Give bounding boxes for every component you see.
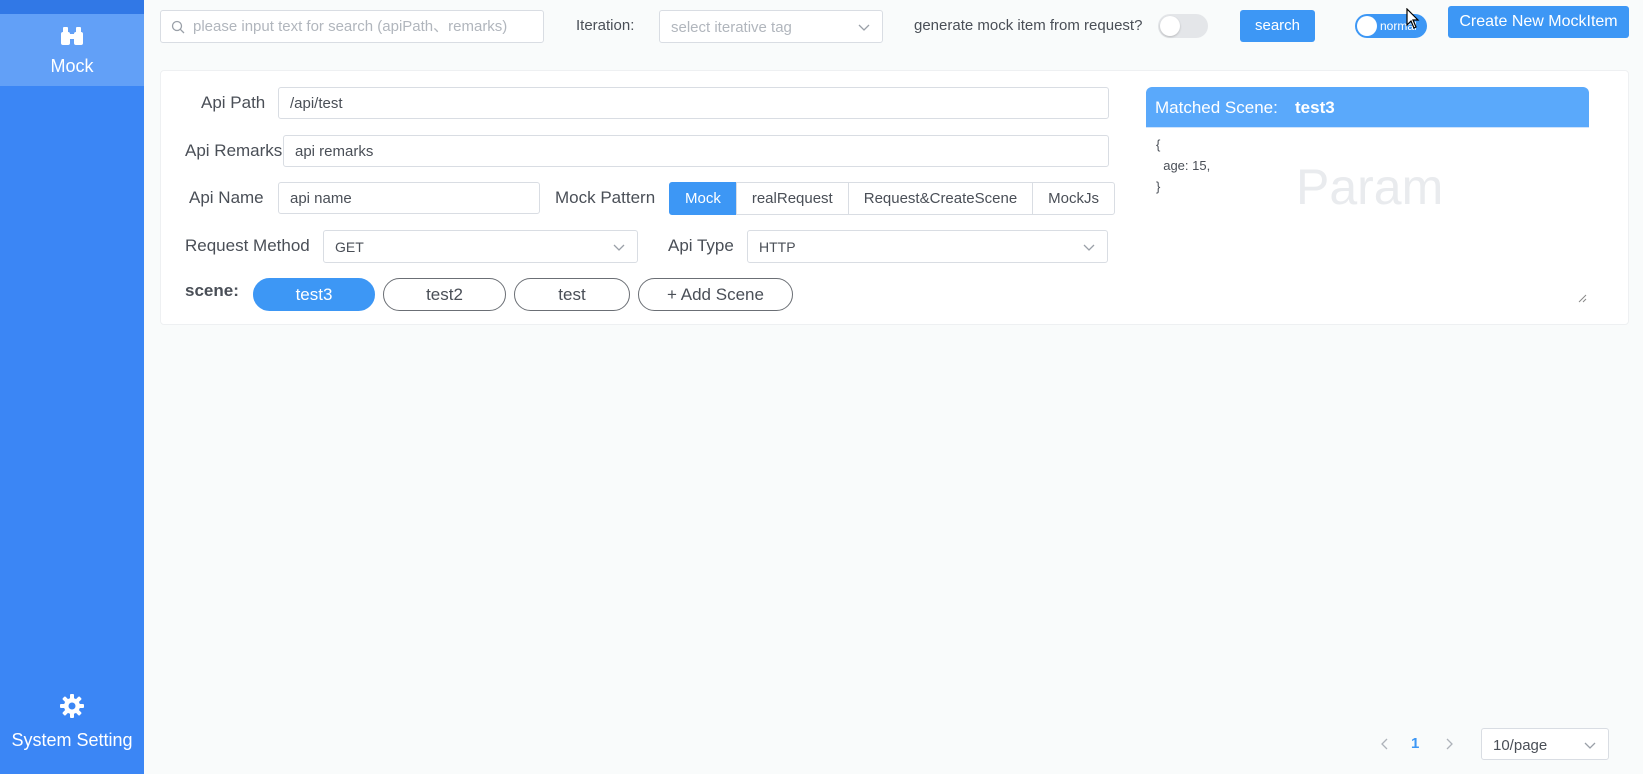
search-button[interactable]: search [1240, 10, 1315, 42]
matched-scene-title: Matched Scene: [1155, 98, 1278, 117]
mock-pattern-group: Mock realRequest Request&CreateScene Moc… [669, 182, 1116, 215]
api-path-field[interactable] [278, 87, 1109, 119]
mouse-cursor-icon [1406, 8, 1420, 29]
page-size-value: 10/page [1493, 737, 1548, 754]
generate-mock-label: generate mock item from request? [914, 17, 1143, 34]
resize-handle-icon[interactable] [1577, 293, 1587, 303]
scene-tag-test2[interactable]: test2 [383, 278, 506, 311]
binoculars-icon [61, 27, 83, 45]
page-size-select[interactable]: 10/page [1481, 728, 1609, 760]
toggle-knob [1160, 16, 1180, 36]
request-method-select[interactable]: GET [323, 230, 638, 263]
iteration-label: Iteration: [576, 17, 635, 34]
scene-tag-test[interactable]: test [514, 278, 630, 311]
matched-scene-name: test3 [1295, 98, 1335, 117]
mock-pattern-label: Mock Pattern [555, 188, 656, 207]
api-remarks-field[interactable] [283, 135, 1109, 167]
matched-scene-panel: Matched Scene: test3 Param { age: 15, } [1146, 87, 1589, 305]
chevron-down-icon [613, 244, 625, 251]
api-type-label: Api Type [668, 236, 734, 255]
request-method-label: Request Method [185, 236, 310, 255]
create-mock-item-button[interactable]: Create New MockItem [1448, 6, 1629, 38]
api-name-label: Api Name [189, 188, 264, 207]
request-method-value: GET [335, 239, 364, 255]
api-name-field[interactable] [278, 182, 540, 214]
matched-scene-code: { age: 15, } [1156, 137, 1211, 194]
chevron-down-icon [858, 24, 870, 31]
gear-icon [60, 694, 84, 718]
mock-pattern-request-create-scene[interactable]: Request&CreateScene [847, 182, 1034, 215]
chevron-right-icon[interactable] [1443, 737, 1455, 751]
toggle-knob [1357, 16, 1377, 36]
scene-tag-test3[interactable]: test3 [253, 278, 375, 311]
page-number-current[interactable]: 1 [1411, 735, 1419, 752]
mock-item-card: Api Path Api Remarks Api Name Mock Patte… [160, 70, 1629, 325]
sidebar: Mock System Setting [0, 0, 144, 774]
api-remarks-input[interactable] [284, 136, 1108, 166]
chevron-left-icon[interactable] [1379, 737, 1391, 751]
sidebar-item-label: System Setting [11, 730, 133, 750]
search-icon [171, 20, 185, 34]
api-path-label: Api Path [201, 93, 266, 112]
sidebar-item-label: Mock [50, 56, 94, 76]
matched-scene-editor[interactable]: Param { age: 15, } [1146, 127, 1589, 305]
mock-pattern-mockjs[interactable]: MockJs [1032, 182, 1116, 215]
param-watermark: Param [1296, 159, 1444, 215]
mock-pattern-real-request[interactable]: realRequest [735, 182, 849, 215]
chevron-down-icon [1584, 742, 1596, 749]
matched-scene-header: Matched Scene: test3 [1146, 87, 1589, 127]
mock-pattern-mock[interactable]: Mock [669, 182, 737, 215]
sidebar-item-mock[interactable]: Mock [0, 14, 144, 86]
add-scene-button[interactable]: + Add Scene [638, 278, 793, 311]
api-type-select[interactable]: HTTP [747, 230, 1108, 263]
api-name-input[interactable] [279, 183, 539, 213]
api-type-value: HTTP [759, 239, 796, 255]
sidebar-item-system-setting[interactable]: System Setting [0, 690, 144, 756]
api-path-input[interactable] [279, 88, 1108, 118]
iteration-select-placeholder: select iterative tag [671, 19, 792, 36]
chevron-down-icon [1083, 244, 1095, 251]
generate-mock-toggle[interactable] [1158, 14, 1208, 38]
iteration-select[interactable]: select iterative tag [659, 10, 883, 43]
search-field[interactable] [160, 10, 544, 43]
search-input[interactable] [193, 11, 539, 42]
api-remarks-label: Api Remarks [185, 141, 283, 160]
sidebar-top-strip [0, 0, 144, 14]
scene-label: scene: [185, 281, 239, 300]
